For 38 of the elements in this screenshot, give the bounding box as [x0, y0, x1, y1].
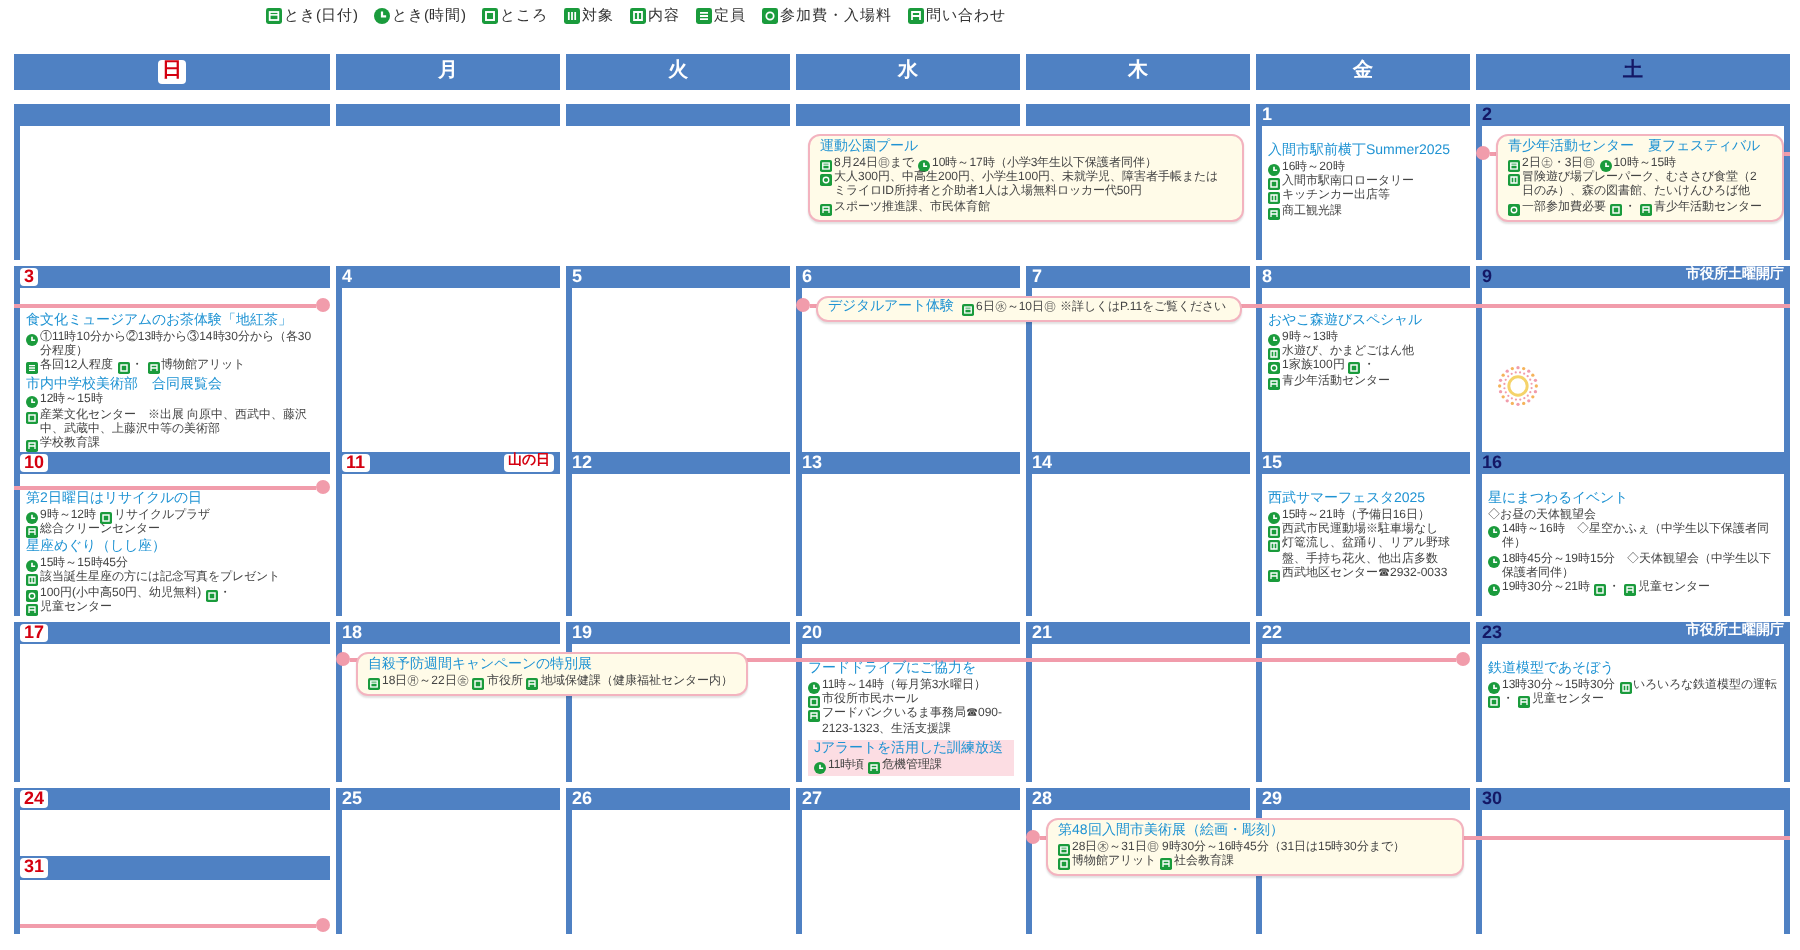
- weekday-label: 土: [1623, 60, 1643, 84]
- day-number: 13: [802, 453, 823, 473]
- day-number: 17: [20, 623, 49, 643]
- weekday-label: 木: [1128, 60, 1148, 84]
- day-number: 26: [572, 789, 593, 809]
- weekday-label: 月: [438, 60, 458, 84]
- weekday-label: 金: [1353, 60, 1373, 84]
- day-number: 15: [1262, 453, 1283, 473]
- day-number: 20: [802, 623, 823, 643]
- day-number: 11: [342, 453, 370, 473]
- day-number: 1: [1262, 105, 1273, 125]
- day-number: 30: [1482, 789, 1503, 809]
- day-number: 29: [1262, 789, 1283, 809]
- day-number: 4: [342, 267, 353, 287]
- day-number: 12: [572, 453, 593, 473]
- day-number: 28: [1032, 789, 1053, 809]
- day-number: 6: [802, 267, 813, 287]
- day-number: 8: [1262, 267, 1273, 287]
- day-number: 27: [802, 789, 823, 809]
- day-number: 10: [20, 453, 49, 473]
- day-number: 25: [342, 789, 363, 809]
- day-number: 19: [572, 623, 593, 643]
- day-number: 14: [1032, 453, 1053, 473]
- day-number: 31: [20, 858, 49, 878]
- day-number: 2: [1482, 105, 1493, 125]
- day-number: 23: [1482, 623, 1503, 643]
- day-number: 21: [1032, 623, 1053, 643]
- weekday-label: 日: [158, 60, 186, 84]
- day-number: 5: [572, 267, 583, 287]
- weekday-label: 水: [898, 60, 918, 84]
- day-number: 16: [1482, 453, 1503, 473]
- day-number: 22: [1262, 623, 1283, 643]
- day-number: 3: [20, 267, 39, 287]
- day-number: 24: [20, 789, 49, 809]
- weekday-label: 火: [668, 60, 688, 84]
- day-number: 7: [1032, 267, 1043, 287]
- day-number: 9: [1482, 267, 1493, 287]
- day-number: 18: [342, 623, 363, 643]
